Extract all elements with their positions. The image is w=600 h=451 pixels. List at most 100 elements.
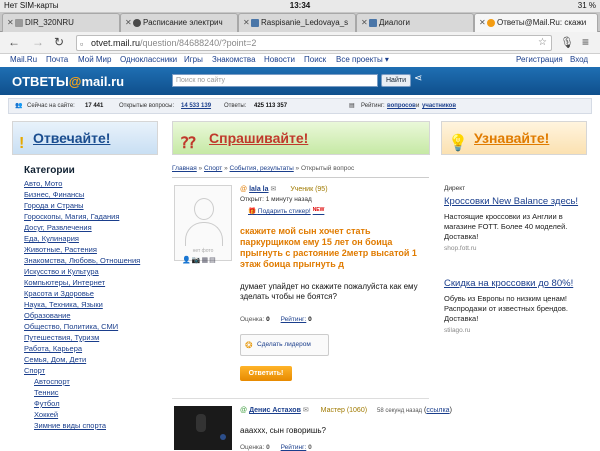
- subcategory-link[interactable]: Хоккей: [24, 409, 164, 420]
- nav-search[interactable]: Поиск: [304, 55, 326, 64]
- back-arrow-icon[interactable]: ←: [8, 35, 20, 49]
- blog-icon[interactable]: ▤: [209, 257, 217, 264]
- subcategory-link[interactable]: Зимние виды спорта: [24, 420, 164, 431]
- category-link[interactable]: Авто, Мото: [24, 178, 164, 189]
- ad-url[interactable]: shop.fott.ru: [444, 244, 590, 254]
- avatar-placeholder-body: [185, 222, 223, 246]
- menu-icon[interactable]: ≡: [582, 35, 589, 49]
- browser-tab[interactable]: ✕ Расписание электрич: [120, 13, 238, 32]
- mail-icon[interactable]: ✉: [270, 186, 276, 193]
- answer-banner[interactable]: ! Отвечайте!: [12, 121, 158, 155]
- subcategory-link[interactable]: Теннис: [24, 387, 164, 398]
- nav-all-projects[interactable]: Все проекты ▾: [336, 55, 389, 64]
- question-time: Открыт: 1 минуту назад: [240, 196, 312, 203]
- category-link[interactable]: Путешествия, Туризм: [24, 332, 164, 343]
- video-icon[interactable]: ▦: [201, 257, 209, 264]
- mailru-favicon-icon: [487, 19, 495, 27]
- category-link[interactable]: Города и Страны: [24, 200, 164, 211]
- avatar-caption: нет фото: [192, 248, 214, 254]
- ad-description: Настоящие кроссовки из Англии в магазине…: [444, 212, 568, 241]
- answer-time: 58 секунд назад: [377, 408, 423, 414]
- breadcrumb-sport[interactable]: Спорт: [204, 165, 222, 172]
- categories-heading: Категории: [24, 165, 75, 176]
- nav-my-world[interactable]: Мой Мир: [78, 55, 111, 64]
- category-link[interactable]: Наука, Техника, Языки: [24, 299, 164, 310]
- subcategory-link[interactable]: Футбол: [24, 398, 164, 409]
- rating-value: 0: [266, 316, 270, 323]
- mail-icon[interactable]: ✉: [303, 407, 309, 414]
- category-link[interactable]: Работа, Карьера: [24, 343, 164, 354]
- learn-banner[interactable]: 💡 Узнавайте!: [441, 121, 587, 155]
- login-link[interactable]: Вход: [570, 55, 588, 64]
- category-link[interactable]: Еда, Кулинария: [24, 233, 164, 244]
- answer-button[interactable]: Ответить!: [240, 366, 292, 381]
- close-tab-icon[interactable]: ✕: [125, 14, 132, 32]
- browser-tab[interactable]: ✕ DIR_320NRU: [2, 13, 120, 32]
- category-link[interactable]: Животные, Растения: [24, 244, 164, 255]
- share-icon[interactable]: ⋖: [414, 73, 422, 84]
- category-link[interactable]: Компьютеры, Интернет: [24, 277, 164, 288]
- answerer-avatar[interactable]: [174, 406, 232, 450]
- forward-arrow-icon[interactable]: →: [32, 35, 44, 49]
- nav-games[interactable]: Игры: [184, 55, 203, 64]
- rating-questions-link[interactable]: вопросов: [387, 99, 416, 113]
- address-bar[interactable]: ▫ otvet.mail.ru/question/84688240/?point…: [76, 35, 552, 51]
- search-button[interactable]: Найти: [381, 74, 411, 87]
- question-body: думает упайдет но скажите пожалуйста как…: [240, 282, 418, 301]
- breadcrumb-home[interactable]: Главная: [172, 165, 197, 172]
- asker-avatar[interactable]: нет фото: [174, 185, 232, 261]
- register-link[interactable]: Регистрация: [516, 55, 563, 64]
- gift-sticker-link[interactable]: 🎁 Подарить стикер! NEW: [248, 207, 324, 215]
- close-tab-icon[interactable]: ✕: [243, 14, 250, 32]
- bookmark-star-icon[interactable]: ☆: [538, 36, 547, 50]
- question-marks-icon: ⁇: [181, 135, 196, 152]
- ad-title-link[interactable]: Скидка на кроссовки до 80%!: [444, 278, 590, 290]
- answerer-name[interactable]: Денис Астахов: [249, 407, 301, 414]
- answer-banner-label: Отвечайте!: [33, 130, 111, 146]
- answer-author: @ Денис Астахов ✉ Мастер (1060) 58 секун…: [240, 406, 452, 414]
- category-link[interactable]: Бизнес, Финансы: [24, 189, 164, 200]
- subcategory-link[interactable]: Автоспорт: [24, 376, 164, 387]
- nav-mail[interactable]: Почта: [46, 55, 68, 64]
- nav-dating[interactable]: Знакомства: [212, 55, 256, 64]
- category-link[interactable]: Гороскопы, Магия, Гадания: [24, 211, 164, 222]
- breadcrumb-events[interactable]: События, результаты: [230, 165, 294, 172]
- browser-tab-active[interactable]: ✕ Ответы@Mail.Ru: скажи: [474, 13, 598, 32]
- photo-icon[interactable]: 📷: [192, 257, 202, 264]
- category-link[interactable]: Спорт: [24, 365, 164, 376]
- microphone-icon[interactable]: 🎙: [560, 36, 574, 49]
- asker-name[interactable]: lala la: [249, 186, 268, 193]
- category-link[interactable]: Досуг, Развлечения: [24, 222, 164, 233]
- category-link[interactable]: Искусство и Культура: [24, 266, 164, 277]
- category-link[interactable]: Образование: [24, 310, 164, 321]
- lightbulb-icon: 💡: [448, 135, 468, 152]
- search-input[interactable]: Поиск по сайту: [172, 74, 378, 87]
- at-icon: @: [240, 186, 248, 193]
- nav-mailru[interactable]: Mail.Ru: [10, 55, 37, 64]
- reload-icon[interactable]: ↻: [54, 35, 64, 49]
- close-tab-icon[interactable]: ✕: [479, 14, 486, 32]
- avatar-figure: [196, 414, 206, 432]
- category-link[interactable]: Семья, Дом, Дети: [24, 354, 164, 365]
- answer-permalink[interactable]: ссылка: [426, 407, 449, 414]
- browser-tab-strip: ✕ DIR_320NRU ✕ Расписание электрич ✕ Ras…: [0, 12, 600, 32]
- browser-tab[interactable]: ✕ Raspisanie_Ledovaya_s: [238, 13, 356, 32]
- ad-url[interactable]: stilago.ru: [444, 326, 590, 336]
- make-leader-button[interactable]: ❂ Сделать лидером: [240, 334, 329, 356]
- ad-title-link[interactable]: Кроссовки New Balance здесь!: [444, 196, 590, 208]
- rating-participants-link[interactable]: участников: [422, 99, 456, 113]
- rank-link[interactable]: Рейтинг:: [281, 316, 307, 323]
- ad-block: Кроссовки New Balance здесь! Настоящие к…: [444, 196, 590, 254]
- category-link[interactable]: Знакомства, Любовь, Отношения: [24, 255, 164, 266]
- open-questions-count[interactable]: 14 533 139: [181, 99, 211, 113]
- ask-banner[interactable]: ⁇ Спрашивайте!: [172, 121, 430, 155]
- browser-tab[interactable]: ✕ Диалоги: [356, 13, 474, 32]
- close-tab-icon[interactable]: ✕: [7, 14, 14, 32]
- friend-icon[interactable]: 👤: [182, 257, 192, 264]
- nav-classmates[interactable]: Одноклассники: [120, 55, 177, 64]
- category-link[interactable]: Красота и Здоровье: [24, 288, 164, 299]
- site-logo[interactable]: ОТВЕТЫ@mail.ru: [12, 74, 124, 89]
- close-tab-icon[interactable]: ✕: [361, 14, 368, 32]
- nav-news[interactable]: Новости: [264, 55, 295, 64]
- category-link[interactable]: Общество, Политика, СМИ: [24, 321, 164, 332]
